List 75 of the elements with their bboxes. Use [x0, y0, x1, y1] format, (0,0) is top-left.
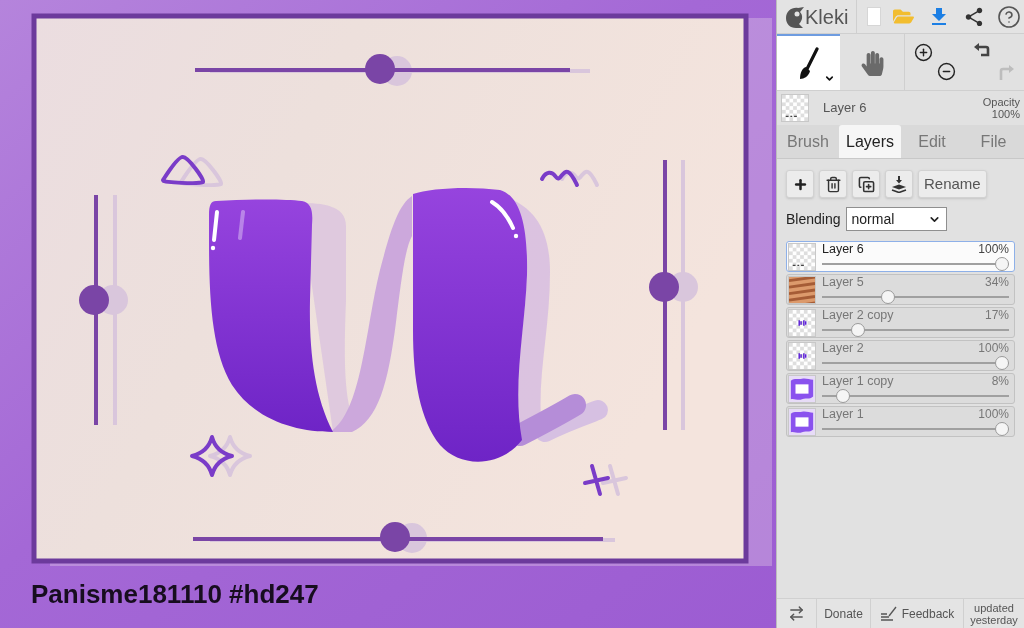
layer-thumbnail: [788, 308, 816, 337]
opacity-slider[interactable]: [822, 290, 1009, 304]
layer-name: Layer 1: [822, 407, 864, 422]
update-note: updated yesterday: [969, 600, 1019, 628]
layer-name: Layer 6: [822, 242, 864, 257]
layer-name: Layer 2 copy: [822, 308, 894, 323]
cross-doodle-icon: [583, 464, 628, 496]
sparkle-doodle-icon: [190, 435, 252, 477]
panel-tab[interactable]: Layers: [839, 125, 901, 158]
slider-thumb[interactable]: [851, 323, 866, 337]
swap-arrows-icon: [788, 605, 805, 622]
opacity-label: Opacity: [982, 96, 1020, 108]
layer-opacity: 17%: [984, 308, 1009, 323]
help-icon[interactable]: [997, 4, 1021, 29]
layer-opacity: 100%: [978, 341, 1009, 356]
caret-icon: [824, 73, 835, 84]
opacity-slider[interactable]: [822, 356, 1009, 370]
new-file-icon[interactable]: [867, 7, 881, 26]
layer-item[interactable]: Layer 2 copy 17%: [786, 307, 1015, 338]
duplicate-icon: [857, 175, 875, 193]
donate-button[interactable]: Donate: [817, 599, 871, 628]
zoom-out-icon[interactable]: [936, 62, 956, 81]
panel-tab[interactable]: Brush: [777, 125, 839, 158]
logo-icon: [784, 5, 804, 28]
panel-tab[interactable]: Edit: [901, 125, 963, 158]
app-logo-text: Kleki: [805, 4, 849, 29]
layer-thumbnail: [781, 94, 809, 122]
layer-item[interactable]: Layer 5 34%: [786, 274, 1015, 305]
rename-button[interactable]: Rename: [918, 170, 987, 198]
merge-down-icon: [891, 175, 907, 193]
layer-name: Layer 2: [822, 341, 864, 356]
layer-thumbnail: [788, 374, 816, 403]
plus-icon: [792, 176, 808, 192]
layer-item[interactable]: Layer 1 100%: [786, 406, 1015, 437]
layer-item[interactable]: Layer 2 100%: [786, 340, 1015, 371]
opacity-slider[interactable]: [822, 257, 1009, 271]
triangle-doodle-icon: [161, 155, 224, 188]
merge-down-button[interactable]: [885, 170, 913, 198]
panel-tab[interactable]: File: [963, 125, 1024, 158]
layer-name: Layer 5: [822, 275, 864, 290]
slider-thumb[interactable]: [835, 389, 850, 403]
layer-thumbnail: [788, 407, 816, 436]
slider-thumb[interactable]: [995, 257, 1009, 271]
layer-opacity: 100%: [978, 407, 1009, 422]
layer-thumbnail: [788, 242, 816, 271]
layer-name: Layer 1 copy: [822, 374, 894, 389]
current-layer-name: Layer 6: [823, 99, 868, 118]
layer-opacity: 8%: [991, 374, 1009, 389]
trash-icon: [824, 175, 842, 193]
squiggle-doodle-icon: [540, 169, 599, 187]
layer-item[interactable]: Layer 1 copy 8%: [786, 373, 1015, 404]
layer-opacity: 34%: [984, 275, 1009, 290]
delete-layer-button[interactable]: [819, 170, 847, 198]
blending-select[interactable]: normal: [845, 207, 947, 231]
blending-label: Blending: [786, 209, 841, 229]
layer-opacity: 100%: [978, 242, 1009, 257]
slider-thumb[interactable]: [995, 422, 1009, 436]
brush-tool-button[interactable]: [777, 34, 840, 90]
feedback-button[interactable]: Feedback: [871, 599, 964, 628]
opacity-slider[interactable]: [822, 389, 1009, 403]
layer-thumbnail: [788, 341, 816, 370]
paintbrush-icon: [798, 46, 819, 80]
layer-thumbnail: [788, 275, 816, 304]
opacity-slider[interactable]: [822, 422, 1009, 436]
slider-thumb[interactable]: [995, 356, 1009, 370]
layer-item[interactable]: Layer 6 100%: [786, 241, 1015, 272]
duplicate-layer-button[interactable]: [852, 170, 880, 198]
opacity-slider[interactable]: [822, 323, 1009, 337]
feedback-pencil-icon: [879, 606, 898, 621]
add-layer-button[interactable]: [786, 170, 814, 198]
artwork-caption: Panisme181110 #hd247: [31, 579, 319, 609]
hand-icon: [859, 50, 885, 76]
zoom-in-icon[interactable]: [913, 43, 933, 62]
opacity-value: 100%: [991, 108, 1020, 120]
slider-thumb[interactable]: [880, 290, 895, 304]
